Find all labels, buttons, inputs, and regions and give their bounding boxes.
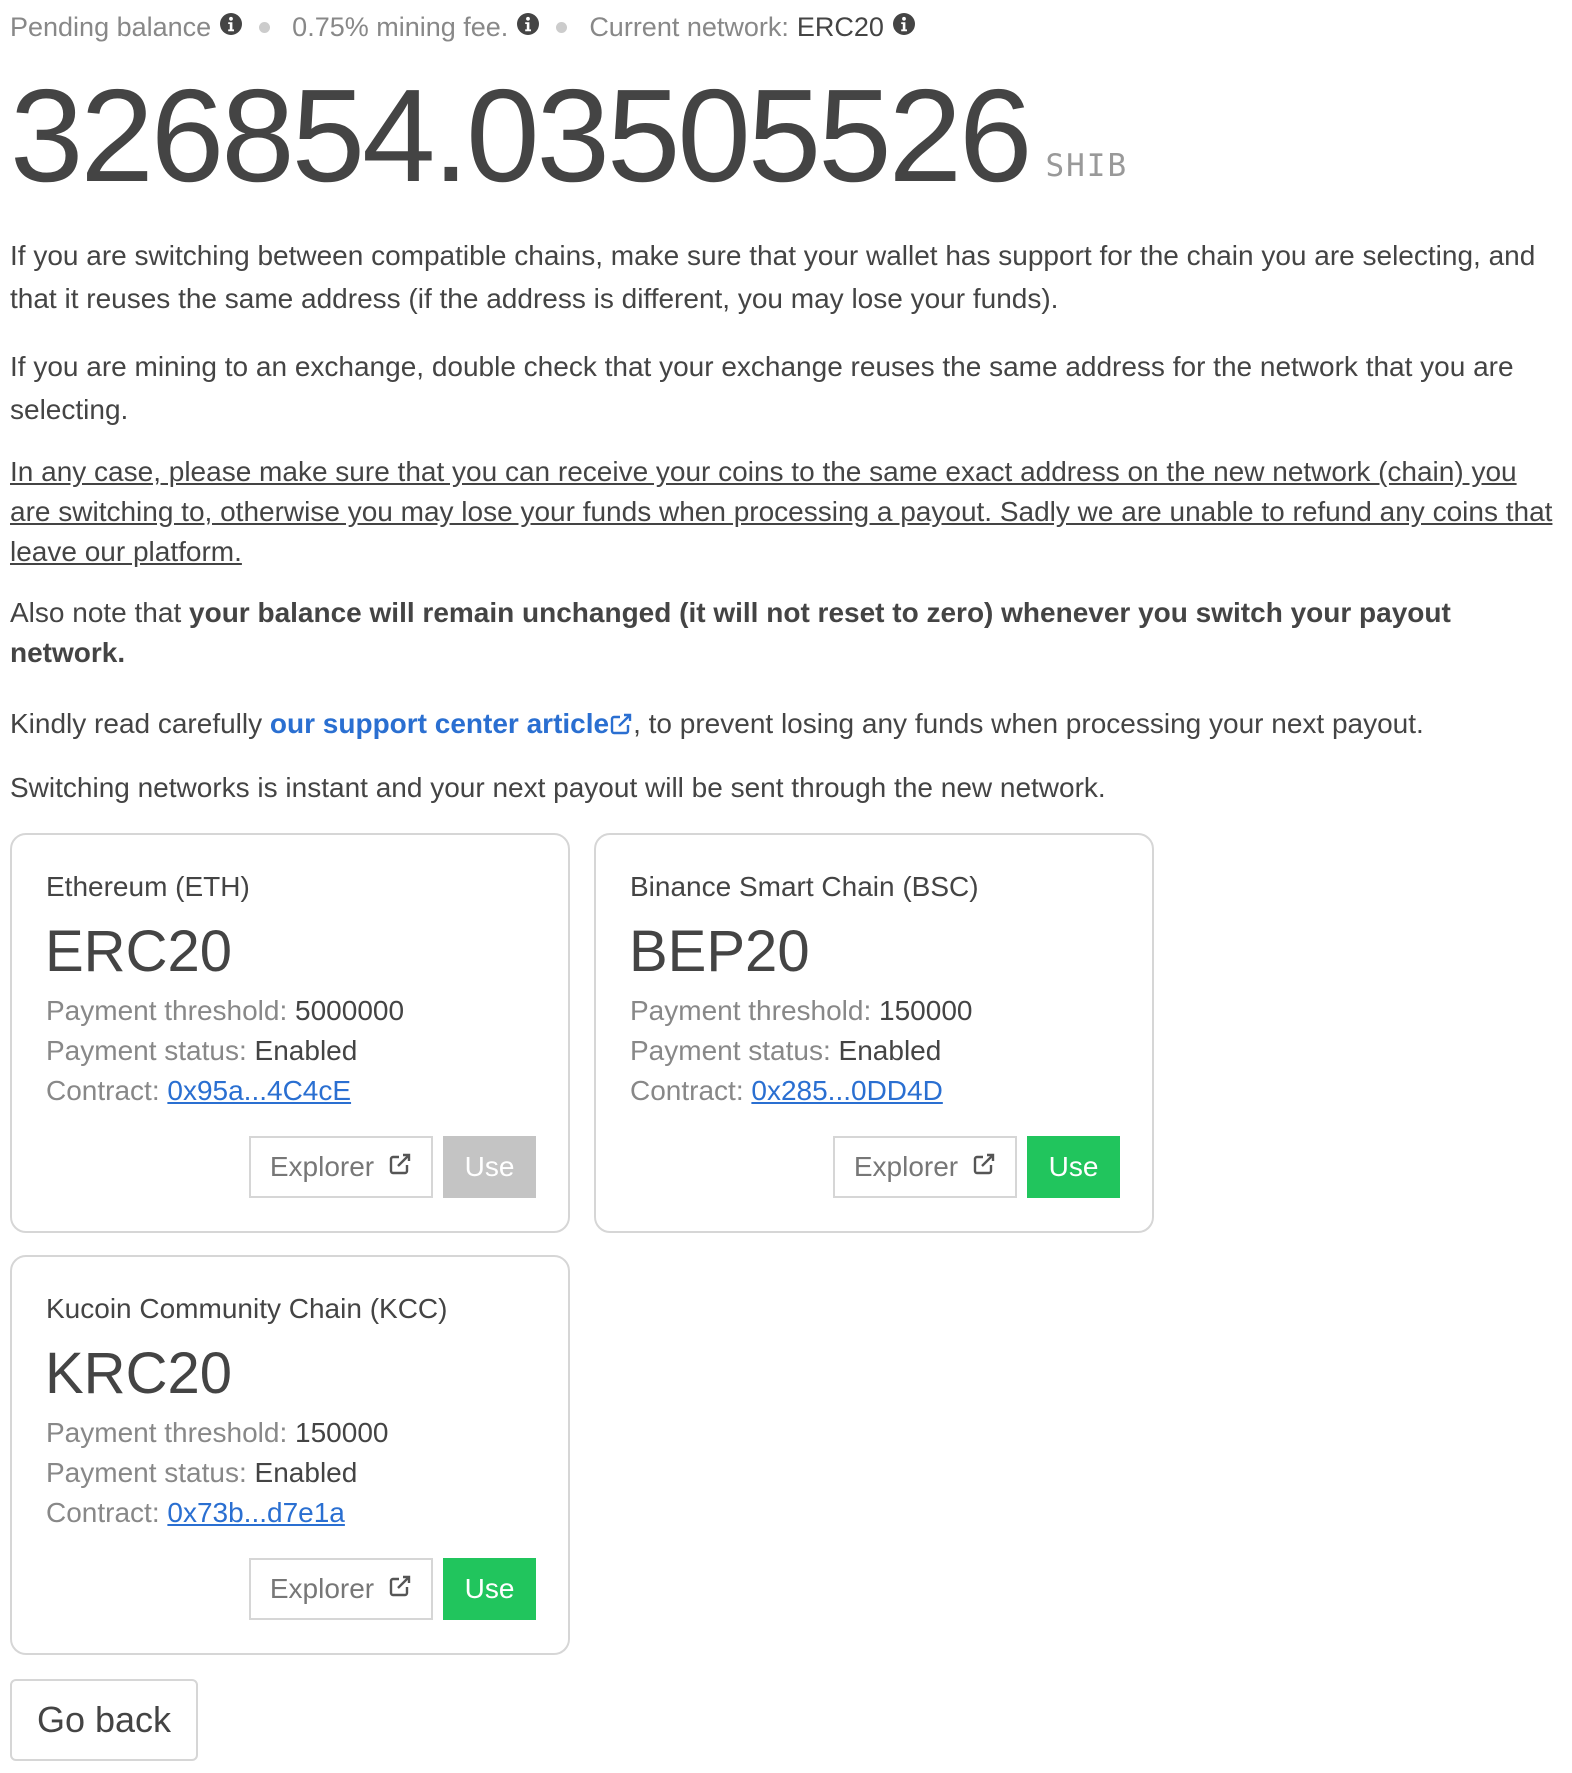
network-chain-name: Kucoin Community Chain (KCC) [46, 1293, 448, 1324]
use-button[interactable]: Use [443, 1558, 536, 1620]
separator-dot [259, 21, 271, 33]
note-compatible-chains: If you are switching between compatible … [10, 240, 1536, 314]
network-card-bep20: Binance Smart Chain (BSC) BEP20 Payment … [594, 833, 1154, 1233]
network-chain-name: Binance Smart Chain (BSC) [630, 871, 979, 902]
payment-threshold: Payment threshold: 150000 [46, 1417, 389, 1448]
info-icon[interactable] [892, 12, 916, 43]
payment-status: Payment status: Enabled [46, 1457, 358, 1488]
note-balance-unchanged: Also note that your balance will remain … [10, 597, 1451, 668]
contract-address: Contract: 0x285...0DD4D [630, 1075, 943, 1106]
balance-unit: SHIB [1045, 148, 1129, 184]
support-article-link[interactable]: our support center article [270, 708, 609, 739]
note-exchange: If you are mining to an exchange, double… [10, 351, 1514, 425]
mining-fee-label: 0.75% mining fee. [292, 12, 540, 43]
external-link-icon [388, 1573, 412, 1605]
use-button-disabled: Use [443, 1136, 536, 1198]
note-instant-switch: Switching networks is instant and your n… [10, 772, 1106, 803]
separator-dot [556, 21, 568, 33]
use-button[interactable]: Use [1027, 1136, 1120, 1198]
explorer-button[interactable]: Explorer [249, 1558, 433, 1620]
note-balance-bold: your balance will remain unchanged (it w… [10, 597, 1451, 668]
contract-address-link[interactable]: 0x73b...d7e1a [167, 1497, 345, 1528]
explorer-button[interactable]: Explorer [833, 1136, 1017, 1198]
explorer-button[interactable]: Explorer [249, 1136, 433, 1198]
note-warning: In any case, please make sure that you c… [10, 456, 1553, 567]
network-card-erc20: Ethereum (ETH) ERC20 Payment threshold: … [10, 833, 570, 1233]
external-link-icon[interactable] [609, 705, 633, 748]
pending-balance: 326854.03505526 SHIB [10, 66, 1128, 206]
pending-balance-label: Pending balance [10, 12, 243, 43]
external-link-icon [388, 1151, 412, 1183]
balance-meta-bar: Pending balance 0.75% mining fee. Curren… [10, 8, 916, 46]
external-link-icon [972, 1151, 996, 1183]
network-chain-name: Ethereum (ETH) [46, 871, 250, 902]
network-token-standard: ERC20 [45, 919, 232, 984]
payment-threshold: Payment threshold: 5000000 [46, 995, 405, 1026]
payment-threshold: Payment threshold: 150000 [630, 995, 973, 1026]
network-token-standard: KRC20 [45, 1341, 232, 1406]
balance-amount: 326854.03505526 [10, 62, 1032, 209]
payment-status: Payment status: Enabled [46, 1035, 358, 1066]
note-support-article: Kindly read carefully our support center… [10, 702, 1560, 748]
network-card-krc20: Kucoin Community Chain (KCC) KRC20 Payme… [10, 1255, 570, 1655]
info-icon[interactable] [219, 12, 243, 43]
info-icon[interactable] [516, 12, 540, 43]
current-network-value: ERC20 [796, 11, 884, 42]
contract-address: Contract: 0x95a...4C4cE [46, 1075, 352, 1106]
contract-address-link[interactable]: 0x95a...4C4cE [167, 1075, 351, 1106]
contract-address-link[interactable]: 0x285...0DD4D [751, 1075, 942, 1106]
current-network-label: Current network: ERC20 [589, 12, 916, 43]
contract-address: Contract: 0x73b...d7e1a [46, 1497, 345, 1528]
network-token-standard: BEP20 [629, 919, 810, 984]
payment-status: Payment status: Enabled [630, 1035, 942, 1066]
go-back-button[interactable]: Go back [10, 1679, 198, 1761]
